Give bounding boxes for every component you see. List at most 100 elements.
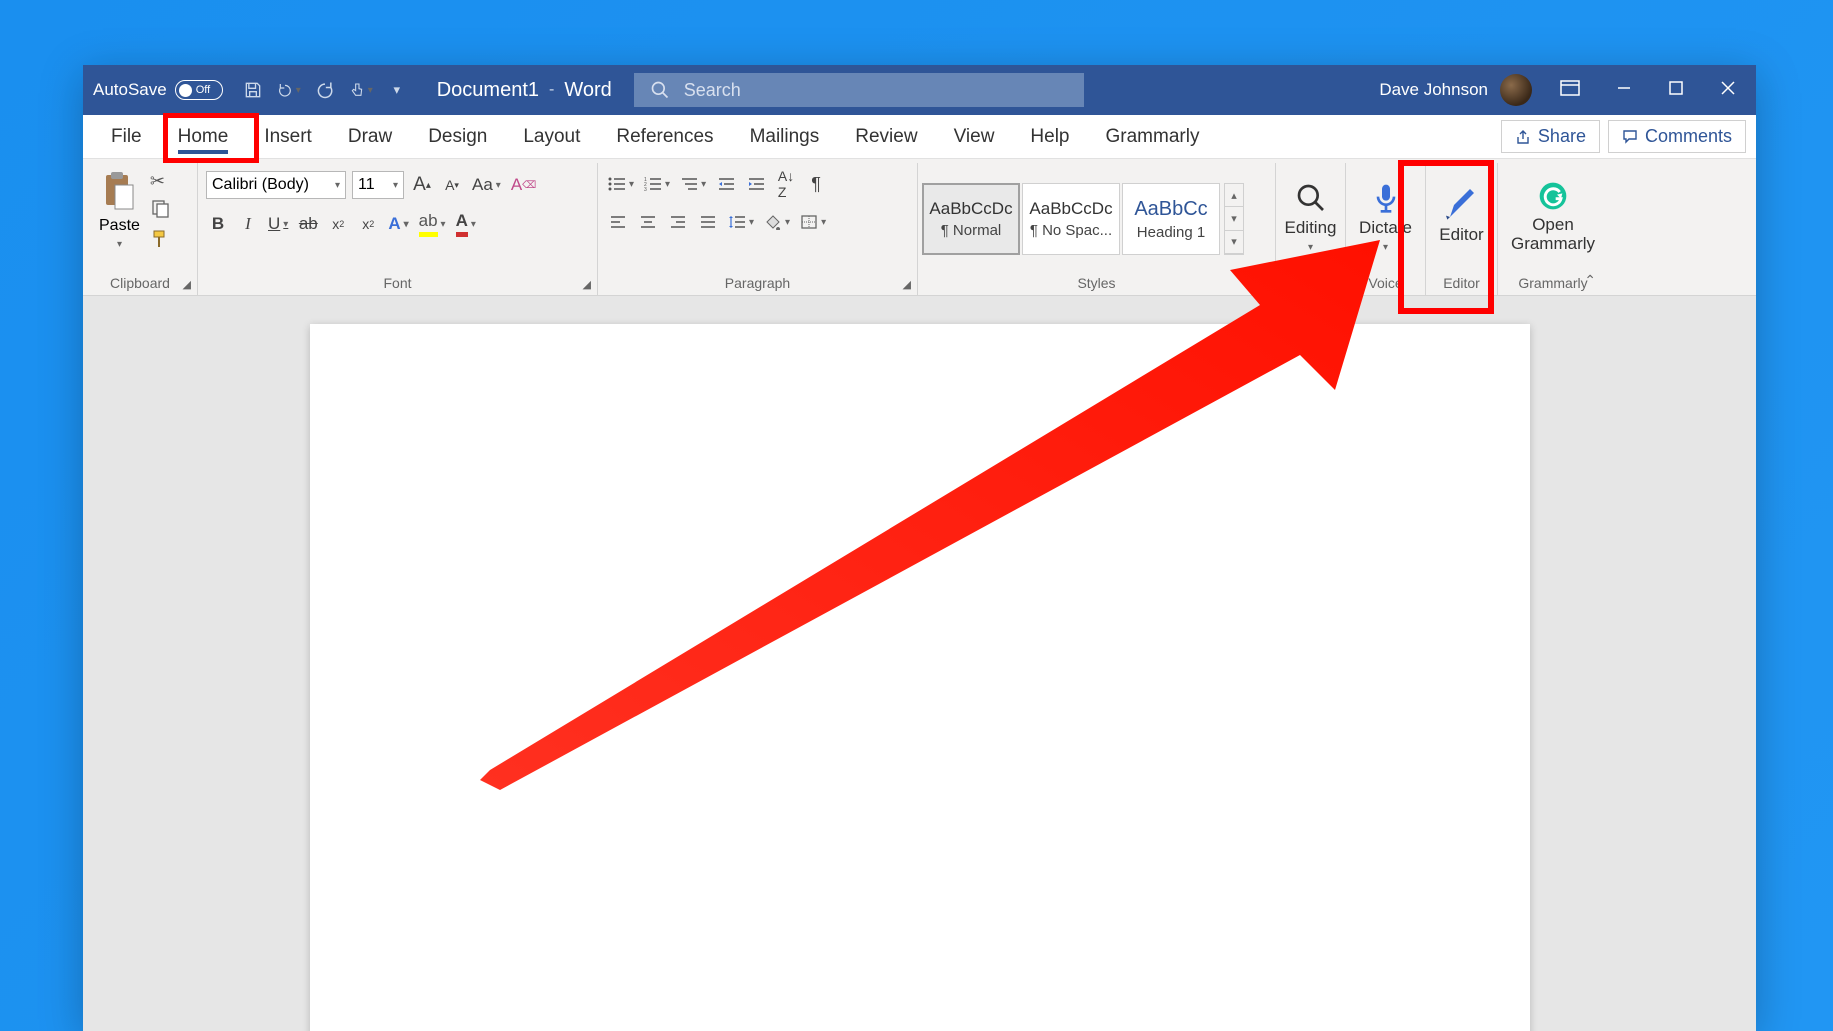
chevron-down-icon: ▾	[117, 239, 122, 250]
tab-view[interactable]: View	[936, 115, 1013, 158]
title-separator: -	[549, 81, 554, 99]
ribbon-display-options-icon[interactable]	[1560, 80, 1580, 101]
decrease-indent-icon[interactable]	[714, 171, 738, 197]
tab-mailings[interactable]: Mailings	[732, 115, 838, 158]
font-label: Font◢	[198, 275, 597, 295]
tab-design[interactable]: Design	[410, 115, 505, 158]
justify-icon[interactable]	[696, 209, 720, 235]
align-center-icon[interactable]	[636, 209, 660, 235]
font-dialog-launcher[interactable]: ◢	[583, 278, 591, 291]
tab-home[interactable]: Home	[160, 115, 247, 158]
window-controls	[1560, 80, 1736, 101]
font-size-select[interactable]: 11▾	[352, 171, 404, 199]
text-effects-icon[interactable]: A	[386, 211, 410, 237]
gallery-down-icon[interactable]: ▾	[1225, 207, 1243, 230]
touch-mode-icon[interactable]	[349, 78, 373, 102]
search-box[interactable]	[634, 73, 1084, 107]
tab-review[interactable]: Review	[837, 115, 935, 158]
tab-references[interactable]: References	[598, 115, 731, 158]
clear-format-icon[interactable]: A⌫	[509, 172, 538, 198]
paragraph-group: 123 A↓Z ¶	[598, 163, 918, 295]
align-left-icon[interactable]	[606, 209, 630, 235]
increase-indent-icon[interactable]	[744, 171, 768, 197]
tab-draw[interactable]: Draw	[330, 115, 410, 158]
search-icon	[650, 80, 670, 100]
font-name-select[interactable]: Calibri (Body)▾	[206, 171, 346, 199]
ribbon: Paste ▾ ✂ Clipboard◢ Calibri (Body)▾ 11▾	[83, 159, 1756, 296]
editor-group: Editor Editor	[1426, 163, 1498, 295]
gallery-more-icon[interactable]: ▾	[1225, 231, 1243, 254]
line-spacing-icon[interactable]	[726, 209, 756, 235]
document-area[interactable]	[83, 296, 1756, 1031]
clipboard-group: Paste ▾ ✂ Clipboard◢	[83, 163, 198, 295]
tab-grammarly[interactable]: Grammarly	[1088, 115, 1218, 158]
dictate-button[interactable]: Dictate ▾	[1349, 167, 1422, 267]
find-icon	[1295, 182, 1327, 214]
paragraph-dialog-launcher[interactable]: ◢	[903, 278, 911, 291]
styles-dialog-launcher[interactable]: ◢	[1261, 278, 1269, 291]
search-input[interactable]	[684, 80, 1068, 101]
close-icon[interactable]	[1720, 80, 1736, 101]
change-case-icon[interactable]: Aa	[470, 172, 503, 198]
clipboard-dialog-launcher[interactable]: ◢	[183, 278, 191, 291]
bullets-icon[interactable]	[606, 171, 636, 197]
maximize-icon[interactable]	[1668, 80, 1684, 101]
comments-button[interactable]: Comments	[1608, 120, 1746, 153]
editing-group: Editing ▾	[1276, 163, 1346, 295]
style-no-spacing[interactable]: AaBbCcDc¶ No Spac...	[1022, 183, 1120, 255]
multilevel-list-icon[interactable]	[678, 171, 708, 197]
style-normal[interactable]: AaBbCcDc¶ Normal	[922, 183, 1020, 255]
minimize-icon[interactable]	[1616, 80, 1632, 101]
copy-icon[interactable]	[150, 198, 170, 223]
align-right-icon[interactable]	[666, 209, 690, 235]
voice-group: Dictate ▾ Voice	[1346, 163, 1426, 295]
undo-icon[interactable]	[277, 78, 301, 102]
share-icon	[1515, 129, 1531, 145]
numbering-icon[interactable]: 123	[642, 171, 672, 197]
superscript-button[interactable]: x2	[356, 211, 380, 237]
collapse-ribbon-icon[interactable]: ⌃	[1584, 272, 1596, 289]
redo-icon[interactable]	[313, 78, 337, 102]
font-color-icon[interactable]: A	[454, 211, 478, 237]
titlebar: AutoSave Off ▾ Document1 - Word Dave Joh…	[83, 65, 1756, 115]
editing-button[interactable]: Editing ▾	[1275, 167, 1347, 267]
highlight-icon[interactable]: ab	[417, 211, 448, 237]
shrink-font-icon[interactable]: A▾	[440, 172, 464, 198]
chevron-down-icon: ▾	[1383, 242, 1388, 253]
shading-icon[interactable]	[762, 209, 792, 235]
bold-button[interactable]: B	[206, 211, 230, 237]
italic-button[interactable]: I	[236, 211, 260, 237]
strikethrough-button[interactable]: ab	[296, 211, 320, 237]
paste-button[interactable]: Paste ▾	[91, 167, 148, 254]
customize-qat-icon[interactable]: ▾	[385, 78, 409, 102]
tab-insert[interactable]: Insert	[246, 115, 330, 158]
cut-icon[interactable]: ✂	[150, 171, 170, 192]
editor-button[interactable]: Editor	[1429, 167, 1493, 267]
show-hide-icon[interactable]: ¶	[804, 171, 828, 197]
chevron-down-icon: ▾	[1308, 242, 1313, 253]
app-name: Word	[564, 79, 611, 102]
save-icon[interactable]	[241, 78, 265, 102]
autosave-state: Off	[196, 84, 210, 96]
open-grammarly-button[interactable]: Open Grammarly	[1501, 167, 1605, 267]
tab-layout[interactable]: Layout	[505, 115, 598, 158]
grow-font-icon[interactable]: A▴	[410, 172, 434, 198]
subscript-button[interactable]: x2	[326, 211, 350, 237]
editor-label: Editor	[1426, 275, 1497, 295]
tab-help[interactable]: Help	[1012, 115, 1087, 158]
autosave-toggle[interactable]: Off	[175, 80, 223, 100]
microphone-icon	[1370, 182, 1402, 214]
style-heading-1[interactable]: AaBbCcHeading 1	[1122, 183, 1220, 255]
underline-button[interactable]: U	[266, 211, 290, 237]
font-group: Calibri (Body)▾ 11▾ A▴ A▾ Aa A⌫ B I U ab…	[198, 163, 598, 295]
borders-icon[interactable]	[798, 209, 828, 235]
page[interactable]	[310, 324, 1530, 1031]
user-account[interactable]: Dave Johnson	[1379, 74, 1532, 106]
share-button[interactable]: Share	[1501, 120, 1600, 153]
grammarly-group: Open Grammarly Grammarly ⌃	[1498, 163, 1608, 295]
sort-icon[interactable]: A↓Z	[774, 171, 798, 197]
tab-file[interactable]: File	[93, 115, 160, 158]
gallery-up-icon[interactable]: ▴	[1225, 184, 1243, 207]
format-painter-icon[interactable]	[150, 229, 170, 254]
svg-text:3: 3	[644, 187, 647, 191]
